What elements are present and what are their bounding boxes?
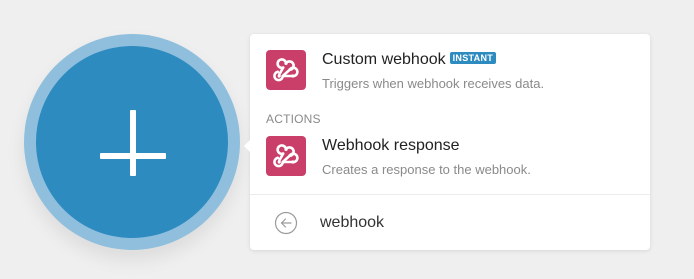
plus-icon — [100, 153, 166, 159]
add-module-circle — [36, 46, 228, 238]
module-item-webhook-response[interactable]: Webhook response Creates a response to t… — [250, 120, 650, 180]
plus-icon-vertical — [130, 110, 136, 176]
module-picker-panel: Custom webhook INSTANT Triggers when webh… — [244, 34, 650, 250]
module-title: Webhook response — [322, 137, 460, 154]
webhook-icon — [266, 136, 306, 176]
module-title-text: Custom webhook — [322, 51, 446, 68]
module-description: Creates a response to the webhook. — [322, 162, 531, 177]
search-input[interactable] — [320, 211, 620, 235]
add-module-button[interactable] — [24, 34, 240, 250]
search-row — [250, 195, 650, 250]
circle-arrow-left-icon[interactable] — [274, 211, 298, 235]
module-title: Custom webhook INSTANT — [322, 51, 497, 69]
module-description: Triggers when webhook receives data. — [322, 76, 545, 91]
instant-badge: INSTANT — [449, 52, 497, 64]
module-item-custom-webhook[interactable]: Custom webhook INSTANT Triggers when webh… — [250, 34, 650, 94]
webhook-icon — [266, 50, 306, 90]
